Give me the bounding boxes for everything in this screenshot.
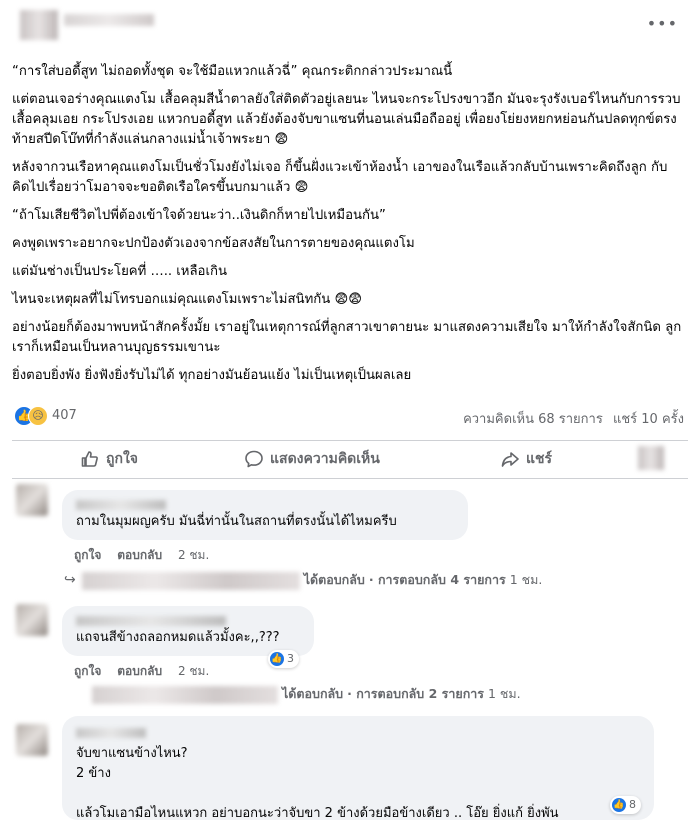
replier-avatars-names bbox=[81, 571, 300, 590]
reply-time: 1 ชม. bbox=[487, 686, 521, 701]
share-button-label: แชร์ bbox=[526, 451, 553, 467]
comment-reply-button[interactable]: ตอบกลับ bbox=[117, 548, 162, 562]
comment-count[interactable]: ความคิดเห็น 68 รายการ bbox=[463, 412, 603, 427]
comment-bubble: จับขาแซนข้างไหน? 2 ข้าง แล้วโมเอามือไหนแ… bbox=[62, 716, 654, 821]
comment-reaction-count: 8 bbox=[629, 798, 636, 811]
reply-time: 1 ชม. bbox=[509, 572, 543, 587]
post-text: “การใส่บอดี้สูท ไม่ถอดทั้งชุด จะใช้มือแห… bbox=[12, 62, 682, 394]
replier-avatars-names bbox=[92, 685, 278, 704]
comment-actions: ถูกใจ ตอบกลับ 2 ชม. bbox=[74, 546, 221, 565]
post-paragraph: หลังจากวนเรือหาคุณแตงโมเป็นชั่วโมงยังไม่… bbox=[12, 160, 668, 195]
comment-avatar[interactable] bbox=[16, 604, 48, 636]
comment-avatar[interactable] bbox=[16, 484, 48, 516]
reaction-count[interactable]: 407 bbox=[52, 408, 77, 423]
post-paragraph: ไหนจะเหตุผลที่ไม่โทรบอกแม่คุณแตงโมเพราะไ… bbox=[12, 292, 362, 307]
view-replies-link[interactable]: ↪ ได้ตอบกลับ · การตอบกลับ 4 รายการ 1 ชม. bbox=[64, 570, 542, 590]
comment-time[interactable]: 2 ชม. bbox=[178, 548, 209, 562]
replied-label: ได้ตอบกลับ bbox=[303, 572, 365, 587]
comment-reaction-badge[interactable]: 👍 8 bbox=[610, 796, 641, 814]
post-stats: ความคิดเห็น 68 รายการ แชร์ 10 ครั้ง bbox=[463, 408, 684, 429]
view-replies-link[interactable]: ได้ตอบกลับ · การตอบกลับ 2 รายการ 1 ชม. bbox=[92, 684, 521, 704]
post-paragraph: แต่ตอนเจอร่างคุณแตงโม เสื้อคลุมสีน้ำตาลย… bbox=[12, 92, 681, 147]
post-paragraph: ยิ่งตอบยิ่งพัง ยิ่งฟังยิ่งรับไม่ได้ ทุกอ… bbox=[12, 368, 412, 383]
thumbs-up-icon bbox=[81, 451, 98, 467]
comment: แถจนสีข้างถลอกหมดแล้วมั้งคะ,,??? 👍 3 ถูกใ… bbox=[12, 600, 688, 710]
comment-time[interactable]: 2 ชม. bbox=[178, 664, 209, 678]
divider bbox=[12, 440, 688, 441]
reply-arrow-icon: ↪ bbox=[64, 572, 76, 588]
comment: ถามในมุมผญครับ มันฉี่ท่านั้นในสถานที่ตรง… bbox=[12, 484, 688, 594]
post-header: ••• bbox=[12, 6, 688, 40]
reaction-icons[interactable]: 👍 😥 bbox=[14, 406, 50, 426]
divider bbox=[12, 478, 688, 479]
post-paragraph: “ถ้าโมเสียชีวิตไปพี่ต้องเข้าใจด้วยนะว่า.… bbox=[12, 208, 386, 223]
reply-count: · การตอบกลับ 4 รายการ bbox=[368, 572, 506, 587]
post-paragraph: “การใส่บอดี้สูท ไม่ถอดทั้งชุด จะใช้มือแห… bbox=[12, 64, 453, 79]
like-reaction-icon: 👍 bbox=[270, 652, 284, 666]
reply-count: · การตอบกลับ 2 รายการ bbox=[347, 686, 484, 701]
author-name[interactable] bbox=[64, 14, 154, 26]
reaction-summary: 👍 😥 407 ความคิดเห็น 68 รายการ แชร์ 10 คร… bbox=[12, 404, 688, 428]
replied-label: ได้ตอบกลับ bbox=[281, 686, 344, 701]
comment-like-button[interactable]: ถูกใจ bbox=[74, 664, 101, 678]
post-paragraph: คงพูดเพราะอยากจะปกป้องตัวเองจากข้อสงสัยใ… bbox=[12, 236, 415, 251]
comment-text: แถจนสีข้างถลอกหมดแล้วมั้งคะ,,??? bbox=[76, 630, 280, 645]
share-count[interactable]: แชร์ 10 ครั้ง bbox=[613, 412, 684, 427]
share-as-avatar[interactable] bbox=[638, 446, 664, 470]
comment-actions: ถูกใจ ตอบกลับ 2 ชม. bbox=[74, 662, 221, 681]
share-arrow-icon bbox=[501, 452, 519, 467]
comment-button-label: แสดงความคิดเห็น bbox=[270, 451, 380, 467]
comment-text: จับขาแซนข้างไหน? 2 ข้าง แล้วโมเอามือไหนแ… bbox=[76, 746, 559, 821]
comment-reaction-badge[interactable]: 👍 3 bbox=[268, 650, 299, 668]
comment: จับขาแซนข้างไหน? 2 ข้าง แล้วโมเอามือไหนแ… bbox=[12, 712, 688, 821]
like-reaction-icon: 👍 bbox=[612, 798, 626, 812]
comment-avatar[interactable] bbox=[16, 724, 48, 756]
like-button[interactable]: ถูกใจ bbox=[80, 448, 138, 474]
more-options-icon[interactable]: ••• bbox=[647, 14, 678, 33]
post-paragraph: แต่มันช่างเป็นประโยคที่ ….. เหลือเกิน bbox=[12, 264, 227, 279]
sad-reaction-icon: 😥 bbox=[28, 406, 48, 426]
commenter-name[interactable] bbox=[76, 616, 226, 626]
share-button[interactable]: แชร์ bbox=[500, 448, 552, 474]
post-paragraph: อย่างน้อยก็ต้องมาพบหน้าสักครั้งมั้ย เราอ… bbox=[12, 320, 682, 355]
comment-button[interactable]: แสดงความคิดเห็น bbox=[244, 448, 380, 474]
comment-like-button[interactable]: ถูกใจ bbox=[74, 548, 101, 562]
comment-text: ถามในมุมผญครับ มันฉี่ท่านั้นในสถานที่ตรง… bbox=[76, 514, 397, 529]
comment-bubble: แถจนสีข้างถลอกหมดแล้วมั้งคะ,,??? bbox=[62, 606, 314, 656]
author-avatar[interactable] bbox=[20, 10, 58, 40]
post-action-bar: ถูกใจ แสดงความคิดเห็น แชร์ bbox=[12, 444, 688, 476]
comment-reaction-count: 3 bbox=[287, 652, 294, 665]
like-button-label: ถูกใจ bbox=[106, 451, 138, 467]
comment-bubble: ถามในมุมผญครับ มันฉี่ท่านั้นในสถานที่ตรง… bbox=[62, 490, 468, 540]
commenter-name[interactable] bbox=[76, 728, 146, 738]
comment-bubble-icon bbox=[245, 450, 263, 468]
comment-reply-button[interactable]: ตอบกลับ bbox=[117, 664, 162, 678]
commenter-name[interactable] bbox=[76, 500, 166, 510]
